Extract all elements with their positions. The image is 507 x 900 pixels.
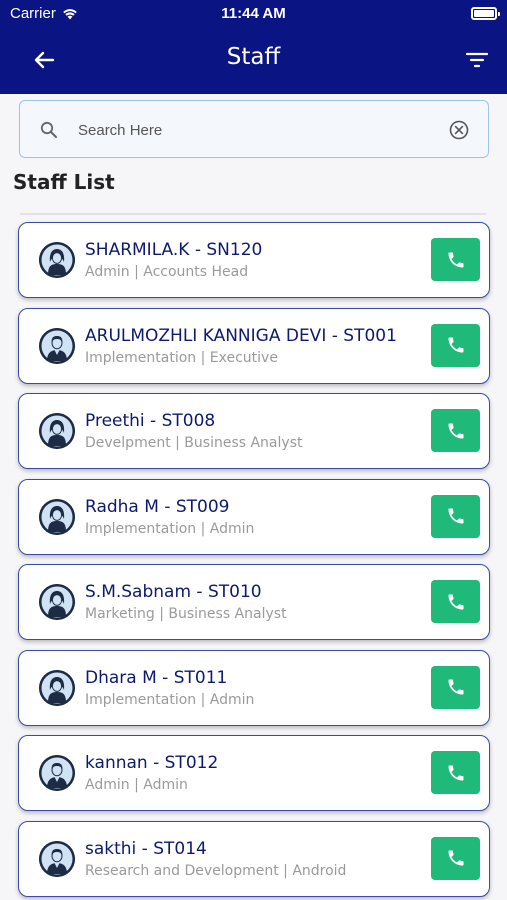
staff-department-role: Admin | Accounts Head xyxy=(85,264,249,280)
staff-department-role: Develpment | Business Analyst xyxy=(85,435,303,451)
staff-name: Dhara M - ST011 xyxy=(85,667,228,688)
male-user-icon xyxy=(39,840,75,877)
staff-name: Radha M - ST009 xyxy=(85,496,230,517)
call-button[interactable] xyxy=(431,580,480,623)
staff-card[interactable]: sakthi - ST014 Research and Development … xyxy=(18,820,490,897)
staff-name: SHARMILA.K - SN120 xyxy=(85,240,263,260)
search-input[interactable] xyxy=(78,117,438,143)
avatar xyxy=(39,327,75,364)
phone-icon xyxy=(448,252,463,267)
call-button[interactable] xyxy=(431,836,480,880)
avatar xyxy=(39,498,75,535)
clear-circle-icon[interactable] xyxy=(448,119,470,141)
staff-name: ARULMOZHLI KANNIGA DEVI - ST001 xyxy=(85,325,397,346)
female-user-icon xyxy=(39,498,75,535)
call-button[interactable] xyxy=(431,494,480,538)
staff-department-role: Implementation | Admin xyxy=(85,520,255,537)
male-user-icon xyxy=(39,755,75,791)
staff-department-role: Implementation | Admin xyxy=(85,691,255,708)
call-button[interactable] xyxy=(431,238,480,281)
avatar xyxy=(39,669,75,706)
avatar xyxy=(39,755,75,791)
list-divider xyxy=(20,213,486,215)
staff-list-heading: Staff List xyxy=(13,170,115,194)
call-button[interactable] xyxy=(431,323,480,367)
search-bar xyxy=(19,100,489,158)
app-header: Carrier 11:44 AM Staff xyxy=(0,0,507,94)
male-user-icon xyxy=(39,327,75,364)
female-user-icon xyxy=(39,413,75,449)
phone-icon xyxy=(448,508,463,524)
staff-card[interactable]: S.M.Sabnam - ST010 Marketing | Business … xyxy=(18,564,490,640)
avatar xyxy=(39,584,75,620)
staff-card[interactable]: SHARMILA.K - SN120 Admin | Accounts Head xyxy=(18,222,490,298)
staff-name: sakthi - ST014 xyxy=(85,838,207,859)
avatar xyxy=(39,242,75,278)
phone-icon xyxy=(448,337,463,353)
staff-department-role: Admin | Admin xyxy=(85,777,188,793)
staff-card[interactable]: Radha M - ST009 Implementation | Admin xyxy=(18,478,490,555)
staff-name: Preethi - ST008 xyxy=(85,411,216,431)
phone-icon xyxy=(448,594,463,609)
avatar xyxy=(39,840,75,877)
call-button[interactable] xyxy=(431,665,480,709)
filter-icon xyxy=(466,52,488,68)
page-title: Staff xyxy=(226,44,281,70)
avatar xyxy=(39,413,75,449)
phone-icon xyxy=(448,850,463,866)
battery-icon xyxy=(471,7,500,20)
staff-card[interactable]: Preethi - ST008 Develpment | Business An… xyxy=(18,393,490,469)
female-user-icon xyxy=(39,584,75,620)
staff-department-role: Marketing | Business Analyst xyxy=(85,606,287,622)
staff-card[interactable]: ARULMOZHLI KANNIGA DEVI - ST001 Implemen… xyxy=(18,307,490,384)
female-user-icon xyxy=(39,669,75,706)
status-time: 11:44 AM xyxy=(221,5,286,22)
staff-card[interactable]: kannan - ST012 Admin | Admin xyxy=(18,735,490,811)
staff-card[interactable]: Dhara M - ST011 Implementation | Admin xyxy=(18,649,490,726)
phone-icon xyxy=(448,423,463,438)
status-bar: Carrier 11:44 AM xyxy=(0,0,507,28)
call-button[interactable] xyxy=(431,751,480,794)
staff-department-role: Research and Development | Android xyxy=(85,862,347,879)
staff-department-role: Implementation | Executive xyxy=(85,349,278,366)
staff-name: kannan - ST012 xyxy=(85,753,219,773)
filter-button[interactable] xyxy=(463,46,491,74)
search-icon xyxy=(40,121,57,138)
call-button[interactable] xyxy=(431,409,480,452)
female-user-icon xyxy=(39,242,75,278)
phone-icon xyxy=(448,765,463,780)
phone-icon xyxy=(448,679,463,695)
staff-name: S.M.Sabnam - ST010 xyxy=(85,582,262,602)
